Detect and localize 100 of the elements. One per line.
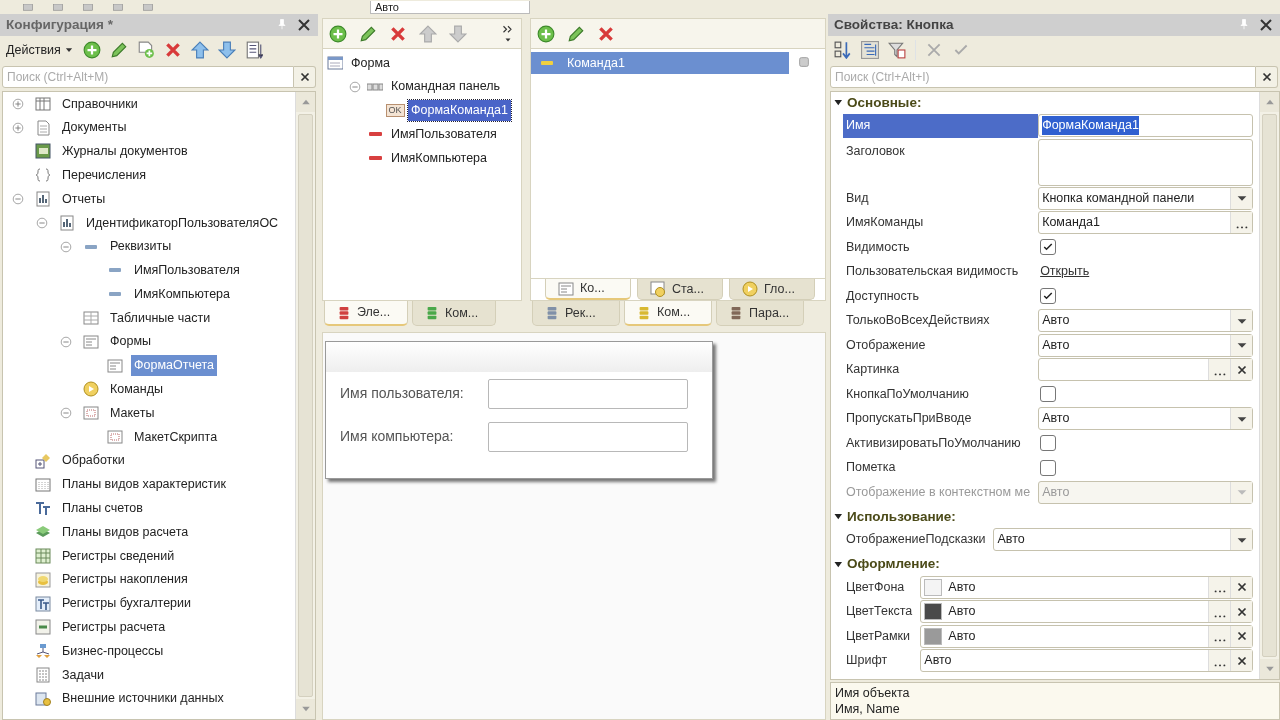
list-icon[interactable] [244,41,263,59]
tab[interactable]: Ста... [637,279,723,300]
tree-item[interactable]: Командная панель [388,76,504,98]
input-field[interactable] [488,421,688,452]
expand-icon[interactable] [11,96,25,111]
tree-item[interactable]: Планы видов расчета [59,521,192,543]
clear-button[interactable] [294,66,316,88]
property-name[interactable]: Видимость [843,235,1039,259]
search-field[interactable]: Поиск (Ctrl+Alt+M) [2,66,294,88]
tree-item[interactable]: ИдентификаторПользователяОС [83,212,282,234]
tab[interactable]: Ком... [624,301,712,326]
tree-item[interactable]: Бизнес-процессы [59,640,167,662]
tree-item[interactable]: Команды [107,379,166,400]
tree-item[interactable]: Планы видов характеристик [59,474,230,495]
categories-icon[interactable] [861,41,879,59]
property-name[interactable]: АктивизироватьПоУмолчанию [843,431,1039,455]
tree-item[interactable]: Регистры накопления [59,569,191,591]
tree-item[interactable]: ИмяКомпьютера [388,147,490,169]
property-name[interactable]: Заголовок [843,138,1039,186]
delete-icon[interactable] [163,41,182,59]
font-size-field[interactable]: Авто [370,1,530,14]
scrollbar[interactable] [1259,92,1279,679]
chevrons-icon[interactable] [501,23,515,36]
property-name[interactable]: ТолькоВоВсехДействиях [843,309,1039,333]
tab[interactable]: Ком... [412,301,496,326]
tree-item[interactable]: Регистры сведений [59,545,178,567]
dropdown[interactable]: Авто [1038,407,1253,431]
dropdown[interactable]: Авто [1038,333,1253,357]
add-icon[interactable] [537,24,555,43]
down-arrow-icon[interactable] [449,24,467,43]
choice-field[interactable]: Команда1 [1038,211,1253,235]
tree-item[interactable]: МакетСкрипта [131,426,221,448]
filter-icon[interactable] [888,41,906,59]
tree-item[interactable]: ФормаКоманда1 [408,100,511,121]
property-name[interactable]: Шрифт [843,649,921,673]
choice-field[interactable] [1038,358,1253,382]
pencil-icon[interactable] [109,41,128,59]
tab[interactable]: Пара... [716,301,804,326]
checkbox[interactable] [1040,435,1057,452]
up-arrow-icon[interactable] [190,41,209,59]
property-name[interactable]: ОтображениеПодсказки [843,528,994,552]
scrollbar[interactable] [295,92,315,719]
text-area[interactable] [1038,138,1253,186]
checkbox[interactable] [1040,386,1057,403]
tree-item[interactable]: Регистры бухгалтерии [59,593,195,614]
tab[interactable]: Гло... [729,279,815,300]
tree-item[interactable]: Обработки [59,450,128,472]
new-document-icon[interactable] [136,41,155,59]
tree-item[interactable]: Внешние источники данных [59,688,227,710]
close-icon[interactable] [1258,17,1274,33]
choice-field[interactable]: Авто [920,649,1253,673]
close-icon[interactable] [296,17,312,33]
actions-menu[interactable]: Действия [6,40,61,60]
link[interactable]: Открыть [1040,262,1090,282]
property-name[interactable]: ПропускатьПриВводе [843,407,1039,431]
property-name[interactable]: ЦветФона [843,575,921,599]
tree-item[interactable]: Журналы документов [59,141,191,162]
tree-item[interactable]: Реквизиты [107,236,175,258]
tab[interactable]: Рек... [532,301,620,326]
dropdown[interactable]: Кнопка командной панели [1038,186,1253,210]
checkbox[interactable] [1040,288,1057,305]
tree-item[interactable]: Задачи [59,664,107,686]
dropdown[interactable]: Авто [993,528,1253,552]
property-name[interactable]: ЦветРамки [843,624,921,648]
pencil-icon[interactable] [567,24,585,43]
up-arrow-icon[interactable] [419,24,437,43]
property-name[interactable]: ЦветТекста [843,600,921,624]
delete-icon[interactable] [389,24,407,43]
checkbox[interactable] [1040,239,1057,256]
tree-item[interactable]: Табличные части [107,307,214,329]
square-icon[interactable] [797,54,811,69]
property-name[interactable]: Картинка [843,358,1039,382]
text-field[interactable]: ФормаКоманда1 [1038,114,1253,138]
tree-item[interactable]: Отчеты [59,188,109,210]
tree-item[interactable]: Планы счетов [59,498,146,519]
add-icon[interactable] [82,41,101,59]
color-field[interactable]: Авто [920,600,1253,624]
dropdown[interactable]: Авто [1038,309,1253,333]
tab[interactable]: Эле... [324,301,408,326]
property-name[interactable]: Отображение [843,333,1039,357]
checkbox[interactable] [1040,459,1057,476]
tree-item[interactable]: Формы [107,331,154,353]
color-field[interactable]: Авто [920,624,1253,648]
tree-item[interactable]: ИмяПользователя [131,260,243,281]
tree-item[interactable]: Форма [348,52,393,74]
cancel-icon[interactable] [925,41,943,59]
tree-item[interactable]: Документы [59,117,130,139]
pencil-icon[interactable] [359,24,377,43]
search-field[interactable]: Поиск (Ctrl+Alt+I) [830,66,1256,88]
down-arrow-icon[interactable] [217,41,236,59]
input-field[interactable] [488,378,688,409]
delete-icon[interactable] [597,24,615,43]
sort-icon[interactable] [834,41,852,59]
property-name[interactable]: Вид [843,186,1039,210]
expand-icon[interactable] [11,120,25,135]
property-name[interactable]: Пользовательская видимость [843,260,1039,284]
tree-item[interactable]: Макеты [107,402,158,424]
tree-item[interactable]: Перечисления [59,164,150,186]
property-name[interactable]: Пометка [843,456,1039,480]
property-name[interactable]: Доступность [843,284,1039,308]
